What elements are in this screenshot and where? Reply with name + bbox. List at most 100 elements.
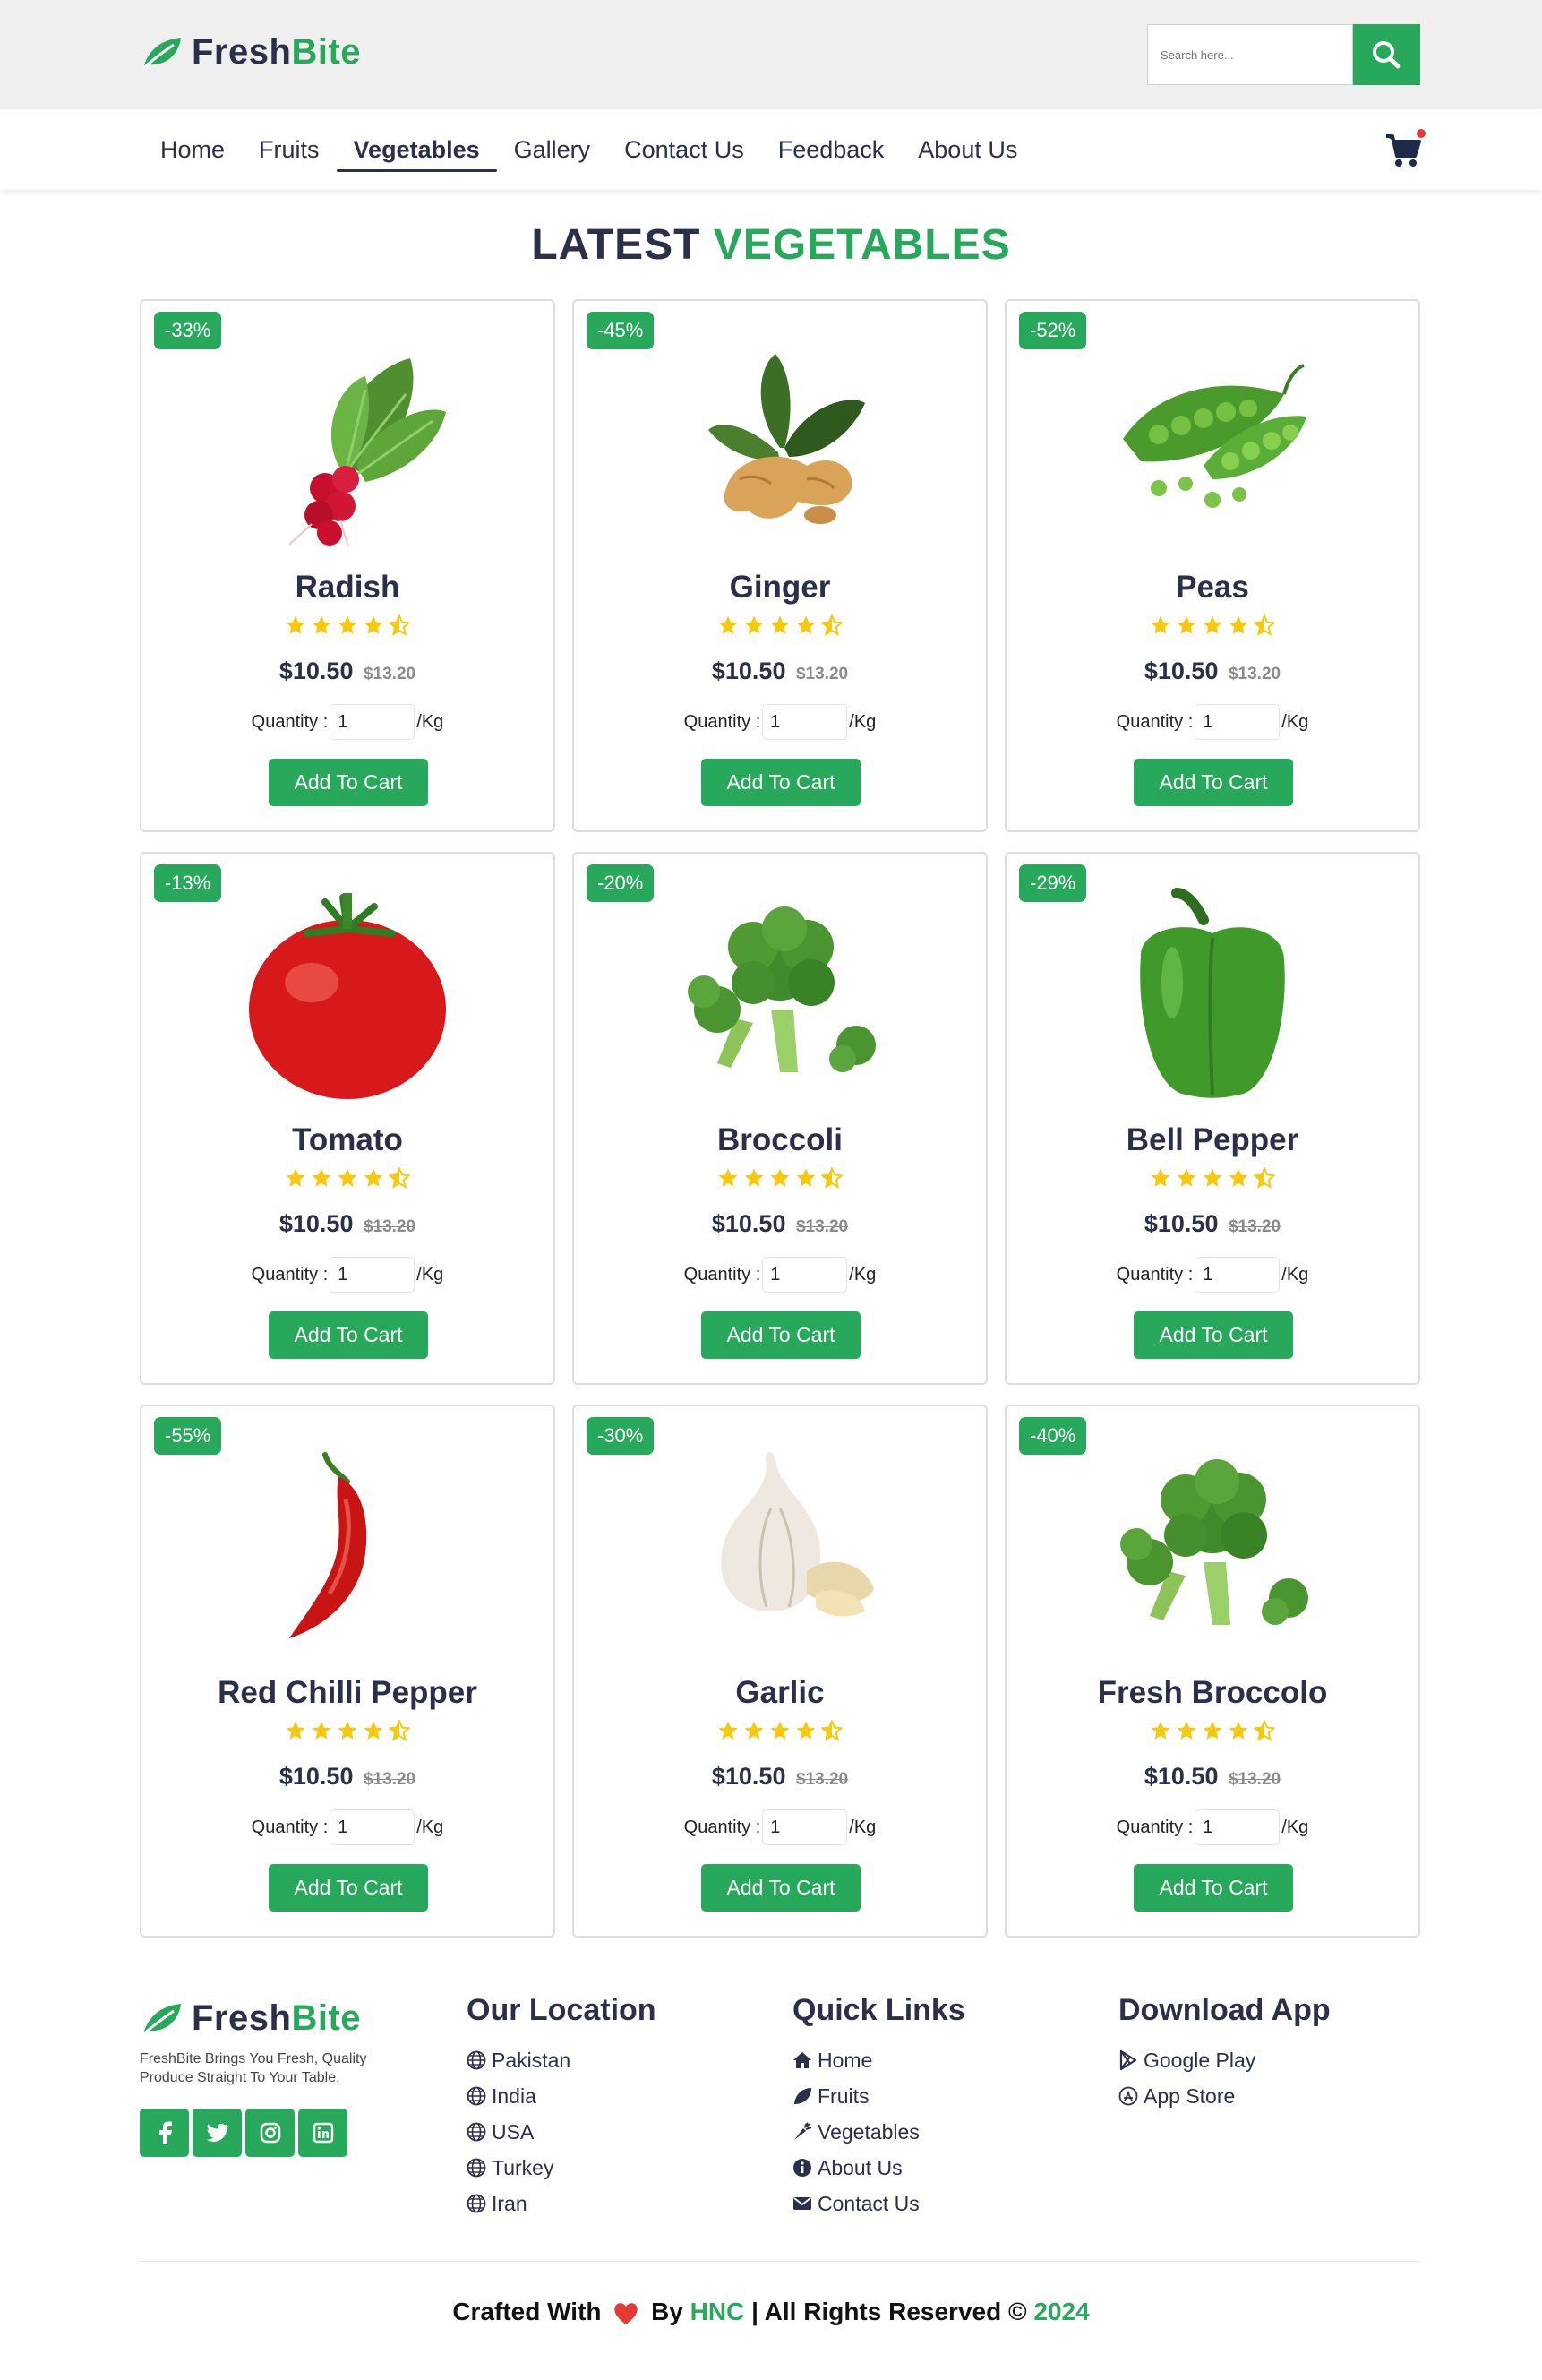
quick-links-list: Home Fruits Vegetables About Us Contact …: [792, 2042, 965, 2221]
quantity-label: Quantity :: [683, 711, 761, 732]
carrot-icon: [794, 2122, 812, 2140]
quantity-row: Quantity : /Kg: [1007, 1809, 1418, 1845]
star-half-icon: [1254, 1167, 1275, 1189]
bell-pepper-image: [1140, 888, 1285, 1098]
search-button[interactable]: [1352, 24, 1420, 85]
quick-link-fruits[interactable]: Fruits: [792, 2078, 965, 2114]
rating-stars: [141, 614, 553, 636]
quick-link-about-us[interactable]: About Us: [792, 2150, 965, 2186]
rating-stars: [574, 1720, 986, 1741]
quick-link-vegetables[interactable]: Vegetables: [792, 2114, 965, 2150]
footer-brand: FreshBite FreshBite Brings You Fresh, Qu…: [140, 1998, 408, 2157]
location-item: Iran: [467, 2186, 656, 2221]
search-input[interactable]: [1147, 24, 1353, 85]
quantity-input[interactable]: [762, 1809, 848, 1845]
leaf-icon: [142, 2003, 181, 2035]
globe-icon: [467, 2194, 486, 2213]
add-to-cart-button[interactable]: Add To Cart: [269, 1864, 428, 1912]
quantity-input[interactable]: [1195, 704, 1281, 740]
cart-notification-dot: [1417, 129, 1426, 138]
add-to-cart-button[interactable]: Add To Cart: [1134, 1864, 1293, 1912]
product-price: $10.50 $13.20: [141, 1210, 553, 1238]
quantity-unit: /Kg: [849, 1264, 877, 1285]
discount-badge: -30%: [587, 1417, 655, 1455]
instagram-link[interactable]: [245, 2109, 295, 2157]
discount-badge: -13%: [154, 864, 222, 902]
quantity-input[interactable]: [330, 1257, 415, 1293]
footer-logo[interactable]: FreshBite: [140, 1998, 408, 2039]
quick-link-home[interactable]: Home: [792, 2042, 965, 2078]
nav-gallery[interactable]: Gallery: [497, 109, 608, 190]
star-icon: [744, 615, 764, 634]
star-half-icon: [1254, 614, 1275, 636]
quantity-unit: /Kg: [849, 1817, 877, 1837]
twitter-link[interactable]: [193, 2109, 242, 2157]
star-icon: [338, 1721, 357, 1740]
footer-tagline: FreshBite Brings You Fresh, Quality Prod…: [140, 2051, 367, 2085]
nav-fruits[interactable]: Fruits: [242, 109, 337, 190]
brand-logo[interactable]: FreshBite: [140, 32, 361, 73]
footer-download: Download App Google Play App Store: [1118, 1993, 1331, 2114]
discount-badge: -33%: [154, 312, 222, 349]
author-link[interactable]: HNC: [690, 2298, 745, 2325]
quantity-input[interactable]: [330, 704, 415, 740]
quantity-input[interactable]: [330, 1809, 415, 1845]
add-to-cart-button[interactable]: Add To Cart: [1134, 759, 1293, 806]
nav-about-us[interactable]: About Us: [901, 109, 1034, 190]
app-store-icon: [1118, 2086, 1138, 2106]
star-icon: [338, 615, 357, 634]
add-to-cart-button[interactable]: Add To Cart: [701, 759, 861, 806]
facebook-link[interactable]: [140, 2109, 189, 2157]
product-price: $10.50 $13.20: [574, 657, 986, 685]
header: FreshBite: [0, 0, 1542, 109]
add-to-cart-button[interactable]: Add To Cart: [701, 1311, 861, 1359]
nav-vegetables[interactable]: Vegetables: [336, 109, 497, 190]
app-store-link[interactable]: App Store: [1118, 2078, 1331, 2114]
current-price: $10.50: [278, 1763, 354, 1790]
section-title: LATEST VEGETABLES: [0, 220, 1542, 270]
star-icon: [312, 1168, 331, 1187]
add-to-cart-button[interactable]: Add To Cart: [701, 1864, 861, 1912]
location-list: Pakistan India USA Turkey Iran: [467, 2042, 656, 2221]
section-title-part2: VEGETABLES: [713, 221, 1011, 269]
star-icon: [286, 1721, 305, 1740]
nav-home[interactable]: Home: [143, 109, 242, 190]
quantity-label: Quantity :: [251, 1264, 329, 1285]
linkedin-link[interactable]: [298, 2109, 347, 2157]
add-to-cart-button[interactable]: Add To Cart: [1134, 1311, 1293, 1359]
quantity-row: Quantity : /Kg: [574, 704, 986, 740]
discount-badge: -52%: [1019, 312, 1087, 349]
rating-stars: [574, 1167, 986, 1189]
quantity-label: Quantity :: [1116, 1264, 1194, 1285]
star-half-icon: [821, 1720, 843, 1741]
product-price: $10.50 $13.20: [1007, 1210, 1418, 1238]
quantity-input[interactable]: [1195, 1809, 1281, 1845]
product-card: -52% Peas $10.50 $13.20 Quantity: 1 /Kg…: [1005, 299, 1420, 832]
cart-button[interactable]: [1384, 127, 1426, 170]
google-play-link[interactable]: Google Play: [1118, 2042, 1331, 2078]
quantity-input[interactable]: [762, 704, 848, 740]
star-half-icon: [389, 614, 410, 636]
add-to-cart-button[interactable]: Add To Cart: [269, 1311, 428, 1359]
location-item: Pakistan: [467, 2042, 656, 2078]
leaf-icon: [142, 37, 181, 69]
quantity-input[interactable]: [762, 1257, 848, 1293]
footer-quick-links: Quick Links Home Fruits Vegetables About…: [792, 1993, 965, 2221]
quantity-unit: /Kg: [1281, 711, 1309, 732]
quantity-row: Quantity : /Kg: [574, 1257, 986, 1293]
google-play-icon: [1119, 2050, 1137, 2070]
footer-brand-part2: Bite: [291, 1998, 362, 2038]
nav-contact-us[interactable]: Contact Us: [607, 109, 761, 190]
star-icon: [364, 1721, 383, 1740]
product-name: Red Chilli Pepper: [218, 1675, 477, 1710]
star-icon: [1229, 1168, 1248, 1187]
social-links: [140, 2109, 408, 2157]
add-to-cart-button[interactable]: Add To Cart: [269, 759, 428, 806]
copyright: Crafted With By HNC | All Rights Reserve…: [452, 2298, 1090, 2325]
star-icon: [1229, 1721, 1248, 1740]
quick-link-contact-us[interactable]: Contact Us: [792, 2186, 965, 2221]
quantity-input[interactable]: [1195, 1257, 1281, 1293]
nav-feedback[interactable]: Feedback: [761, 109, 902, 190]
quantity-unit: /Kg: [416, 1817, 444, 1837]
current-price: $10.50: [711, 657, 786, 684]
